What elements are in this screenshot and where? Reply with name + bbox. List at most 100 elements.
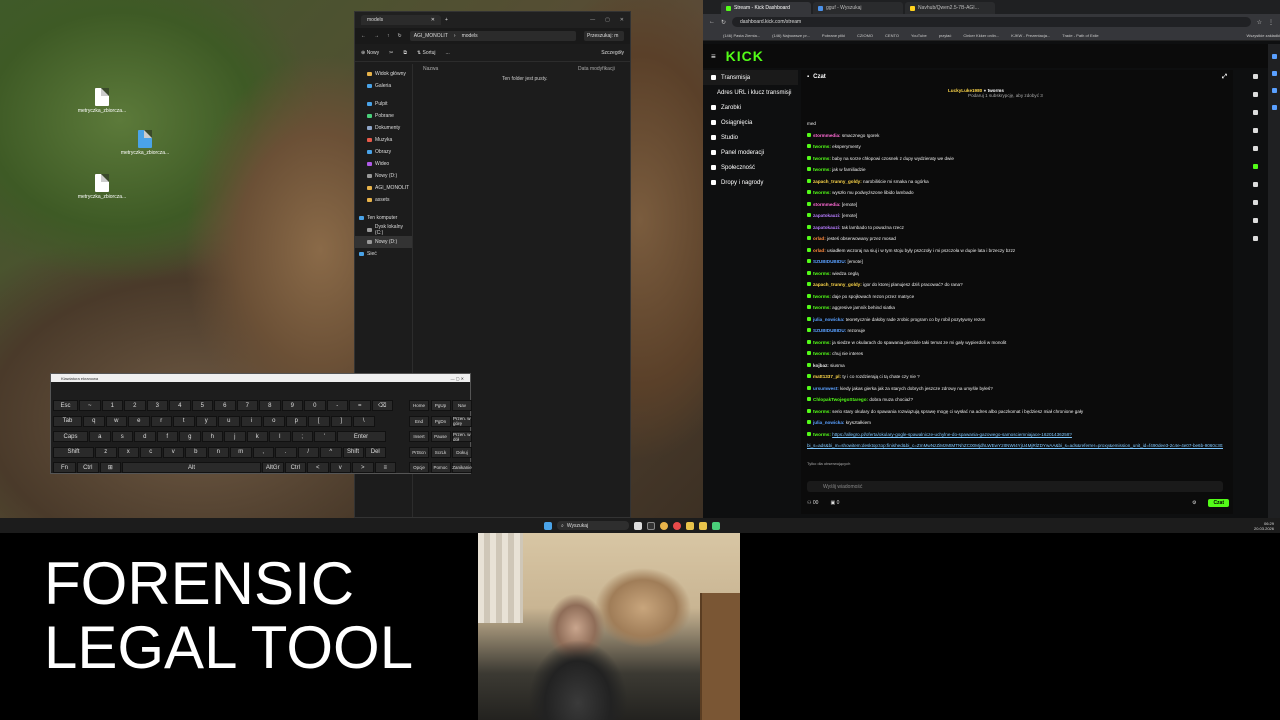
key[interactable]: -: [326, 400, 348, 411]
rail-icon[interactable]: [1252, 128, 1258, 133]
more-button[interactable]: ...: [446, 50, 450, 56]
popout-icon[interactable]: ⤢: [1222, 74, 1227, 81]
chat-username[interactable]: orlad:: [813, 248, 826, 253]
chat-username[interactable]: tworms:: [813, 351, 831, 356]
bookmark-item[interactable]: KJKW - Prezentacja...: [1011, 33, 1050, 38]
chrome-icon[interactable]: [660, 521, 668, 530]
desktop-file-icon[interactable]: metryczka_zbiorcza...: [70, 174, 134, 200]
key[interactable]: c: [140, 446, 162, 458]
sidebar-item-stream[interactable]: Transmisja: [703, 70, 798, 85]
key[interactable]: 8: [259, 400, 281, 411]
rail-icon[interactable]: [1252, 182, 1258, 187]
key[interactable]: v: [329, 462, 351, 473]
chat-username[interactable]: zapach_trunny_goldy:: [813, 282, 862, 287]
key[interactable]: .: [275, 446, 297, 458]
key[interactable]: x: [117, 446, 139, 458]
bookmark-item[interactable]: YouTube: [911, 33, 927, 38]
key[interactable]: 2: [124, 400, 146, 411]
key[interactable]: 5: [191, 400, 213, 411]
key[interactable]: Alt: [122, 462, 261, 473]
nav-item[interactable]: Widok główny: [355, 68, 412, 80]
bookmark-item[interactable]: CZIOMO: [857, 33, 873, 38]
key[interactable]: [: [308, 415, 330, 427]
rail-icon[interactable]: [1252, 218, 1258, 223]
file-explorer-icon[interactable]: [686, 521, 694, 530]
key[interactable]: s: [111, 431, 133, 442]
key[interactable]: AltGr: [262, 462, 284, 473]
key[interactable]: t: [173, 415, 195, 427]
key[interactable]: v: [162, 446, 184, 458]
nav-item[interactable]: AGI_MONOLIT: [355, 182, 412, 194]
nav-item[interactable]: Galeria: [355, 80, 412, 92]
rail-icon[interactable]: [1252, 110, 1258, 115]
nav-key[interactable]: PgUp: [430, 400, 451, 411]
chat-username[interactable]: tworms:: [813, 144, 831, 149]
new-tab-icon[interactable]: +: [445, 17, 448, 23]
desktop-file-icon[interactable]: metryczka_zbiorcza...: [113, 130, 177, 156]
up-icon[interactable]: ↑: [387, 33, 390, 39]
explorer-search-input[interactable]: Przeszukaj: m: [584, 31, 624, 41]
address-path[interactable]: AGI_MONOLIT › models: [409, 31, 576, 41]
key[interactable]: p: [285, 415, 307, 427]
nav-item[interactable]: Nowy (D:): [355, 236, 412, 248]
nav-key[interactable]: End: [409, 415, 429, 427]
subs-counter[interactable]: ▣ 0: [830, 500, 839, 506]
chat-text[interactable]: bi_s=ads&bi_m=showitem:desktop:top:finis…: [807, 443, 1223, 448]
nav-key[interactable]: Pomoc: [430, 462, 451, 473]
rail-icon[interactable]: [1252, 200, 1258, 205]
key[interactable]: u: [218, 415, 240, 427]
chat-username[interactable]: tworms:: [813, 167, 831, 172]
key[interactable]: >: [352, 462, 374, 473]
key[interactable]: 0: [304, 400, 326, 411]
menu-icon[interactable]: ≡: [711, 52, 716, 61]
key[interactable]: <: [307, 462, 329, 473]
nav-item[interactable]: Dokumenty: [355, 122, 412, 134]
key[interactable]: \: [353, 415, 375, 427]
chat-username[interactable]: ursumwest:: [813, 386, 839, 391]
app-icon[interactable]: [673, 521, 681, 530]
forward-icon[interactable]: →: [374, 33, 379, 39]
nav-key[interactable]: PrtScn: [409, 446, 429, 458]
key[interactable]: 7: [236, 400, 258, 411]
chat-username[interactable]: zapatokauzi:: [813, 225, 841, 230]
nav-item[interactable]: Pobrane: [355, 110, 412, 122]
chat-username[interactable]: tworms:: [813, 294, 831, 299]
bookmark-item[interactable]: przyłać: [939, 33, 952, 38]
nav-key[interactable]: Dokuj: [452, 446, 472, 458]
taskbar-search[interactable]: ⌕ Wyszukaj: [557, 521, 629, 530]
key[interactable]: ,: [252, 446, 274, 458]
reload-icon[interactable]: ↻: [721, 19, 726, 26]
key[interactable]: ~: [79, 400, 101, 411]
key[interactable]: 3: [146, 400, 168, 411]
key[interactable]: 4: [169, 400, 191, 411]
key[interactable]: ;: [291, 431, 313, 442]
key[interactable]: j: [224, 431, 246, 442]
nav-item[interactable]: Wideo: [355, 158, 412, 170]
chat-username[interactable]: matt1337_pl:: [813, 374, 841, 379]
rail-icon[interactable]: [1252, 92, 1258, 97]
bookmark-item[interactable]: (146) Pasta Ziemia...: [723, 33, 760, 38]
chat-username[interactable]: kojbaz:: [813, 363, 829, 368]
key[interactable]: Ctrl: [77, 462, 99, 473]
rail-icon[interactable]: [1252, 74, 1258, 79]
browser-tab[interactable]: gguf - Wyszukaj: [813, 2, 903, 14]
chat-username[interactable]: tworms:: [813, 271, 831, 276]
terminal-icon[interactable]: [647, 521, 655, 530]
column-name[interactable]: Nazwa: [423, 66, 578, 72]
key[interactable]: z: [95, 446, 117, 458]
key[interactable]: 9: [281, 400, 303, 411]
sidepanel-icon[interactable]: [1271, 54, 1277, 59]
key[interactable]: Shift: [342, 446, 364, 458]
bookmark-item[interactable]: (146) Najnowsze pr...: [772, 33, 810, 38]
rail-icon[interactable]: [1252, 236, 1258, 241]
key[interactable]: Del: [364, 446, 386, 458]
key[interactable]: Tab: [53, 415, 82, 427]
key[interactable]: b: [185, 446, 207, 458]
chat-input[interactable]: Wyślij wiadomość: [807, 481, 1223, 492]
sidebar-item-drops[interactable]: Dropy i nagrody: [703, 175, 798, 190]
sidepanel-icon[interactable]: [1271, 105, 1277, 110]
key[interactable]: g: [179, 431, 201, 442]
extensions-icon[interactable]: ⋮: [1268, 19, 1274, 26]
window-controls[interactable]: — ▢ ✕: [451, 376, 464, 381]
nav-item[interactable]: Obrazy: [355, 146, 412, 158]
